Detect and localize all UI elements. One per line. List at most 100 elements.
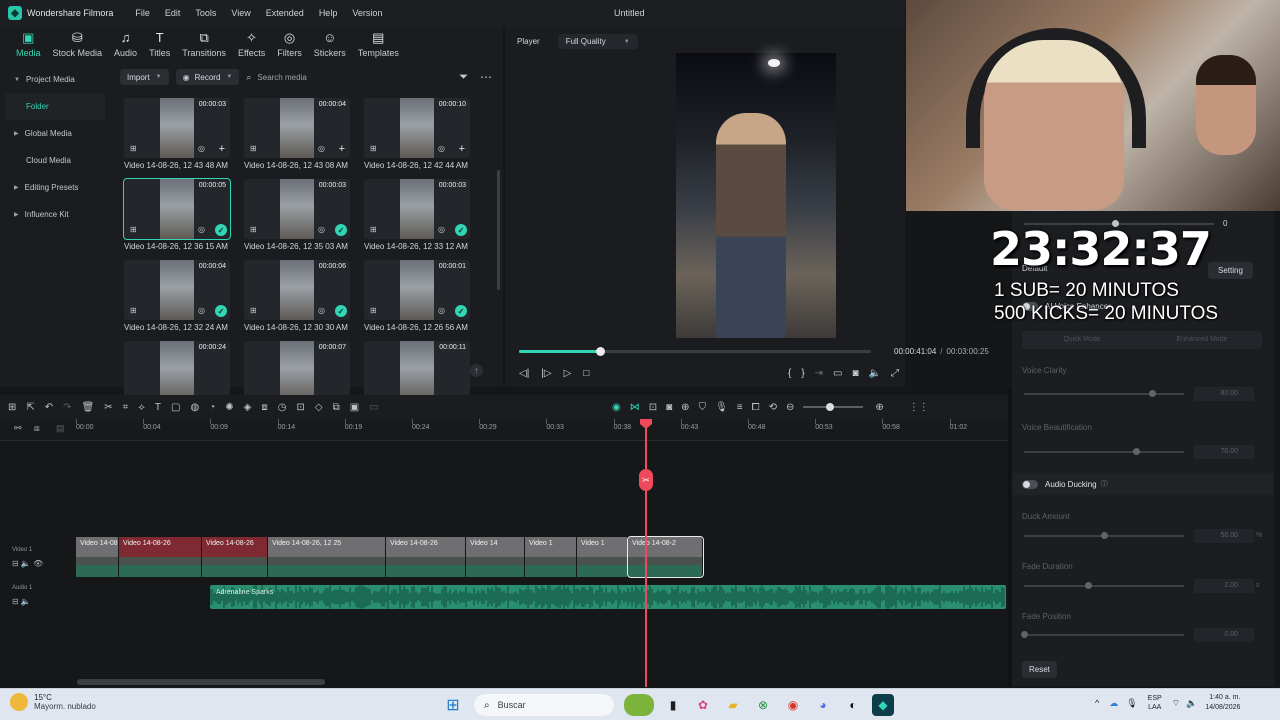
- slider-knob[interactable]: [1149, 390, 1156, 397]
- more-options-icon[interactable]: ⋯: [480, 70, 492, 84]
- video-clip[interactable]: Video 14-08-26: [119, 537, 202, 577]
- audio-ducking-toggle[interactable]: [1022, 479, 1038, 489]
- track-add-icon[interactable]: ▤: [56, 423, 65, 434]
- effects-icon[interactable]: ✺: [225, 402, 233, 413]
- quick-mode-option[interactable]: Quick Mode: [1022, 331, 1142, 349]
- fade-position-value[interactable]: 0.00: [1194, 628, 1254, 642]
- media-thumbnail[interactable]: 00:00:03 ⊞ ◎ ✓: [364, 179, 470, 239]
- pip-icon[interactable]: ⧠: [752, 402, 760, 413]
- select-icon[interactable]: ⇱: [26, 402, 34, 413]
- weather-widget[interactable]: 15°C Mayorm. nublado: [10, 693, 96, 711]
- timeline-ruler[interactable]: ⚯ ⧈ ▤ 00:00 00:04 00:09 00:14 00:19 00:24 00:2…: [0, 419, 1008, 441]
- tray-chevron-icon[interactable]: ^: [1095, 698, 1099, 708]
- xbox-icon[interactable]: ⊗: [752, 694, 774, 716]
- add-to-timeline-icon[interactable]: +: [459, 143, 465, 155]
- scroll-top-icon[interactable]: ↑: [470, 364, 483, 377]
- play-icon[interactable]: ▷: [564, 368, 572, 379]
- media-card[interactable]: 00:00:11: [364, 341, 470, 401]
- task-view-icon[interactable]: ▮: [662, 694, 684, 716]
- media-thumbnail[interactable]: 00:00:11: [364, 341, 470, 401]
- audio-clip[interactable]: Adrenaline Sparks: [210, 585, 1006, 609]
- add-to-timeline-icon[interactable]: +: [219, 143, 225, 155]
- cloud-icon[interactable]: ☁: [1109, 698, 1118, 709]
- timer-icon[interactable]: ◷: [278, 402, 287, 413]
- transform-icon[interactable]: ⊕: [681, 402, 689, 413]
- tab-transitions[interactable]: ⧉ Transitions: [176, 26, 232, 62]
- preview-icon[interactable]: ◎: [438, 144, 445, 153]
- sidebar-item-influence-kit[interactable]: ▶ Influence Kit: [6, 201, 105, 228]
- media-card[interactable]: 00:00:04 ⊞ ◎ + Video 14-08-26, 12 43 08 AM: [244, 98, 350, 170]
- display-icon[interactable]: ▭: [833, 368, 842, 379]
- sidebar-item-cloud-media[interactable]: Cloud Media: [6, 147, 105, 174]
- menu-file[interactable]: File: [135, 8, 150, 18]
- grid-view-icon[interactable]: ⋮⋮: [909, 402, 929, 413]
- frame-icon[interactable]: ▢: [171, 402, 180, 413]
- import-button[interactable]: Import ▼: [120, 69, 169, 85]
- tab-audio[interactable]: ♫ Audio: [108, 26, 143, 62]
- system-clock[interactable]: 1:40 a. m. 14/08/2026: [1205, 693, 1240, 713]
- next-frame-icon[interactable]: |▷: [541, 368, 551, 379]
- slider-knob[interactable]: [1021, 631, 1028, 638]
- video-clip[interactable]: Video 1: [525, 537, 577, 577]
- replace-icon[interactable]: ⟲: [769, 402, 777, 413]
- insert-icon[interactable]: ⇥: [815, 368, 823, 379]
- speed-icon[interactable]: ◔: [209, 402, 215, 413]
- zoom-slider[interactable]: [803, 403, 864, 411]
- text-icon[interactable]: T: [155, 402, 161, 413]
- audio-stretch-icon[interactable]: ⟡: [138, 402, 145, 413]
- media-thumbnail[interactable]: 00:00:07: [244, 341, 350, 401]
- duck-amount-value[interactable]: 50.00: [1194, 529, 1254, 543]
- file-explorer-icon[interactable]: ▰: [722, 694, 744, 716]
- mask-icon[interactable]: ◈: [244, 402, 252, 413]
- auto-ripple-icon[interactable]: ⋈: [630, 402, 640, 413]
- tab-effects[interactable]: ✧ Effects: [232, 26, 271, 62]
- audio-track-controls[interactable]: ⊟ 🔈: [12, 597, 31, 606]
- snapshot-icon[interactable]: ⊡: [649, 402, 657, 413]
- camera-icon[interactable]: ◙: [666, 402, 672, 413]
- media-card[interactable]: 00:00:24: [124, 341, 230, 401]
- preview-icon[interactable]: ◎: [318, 225, 325, 234]
- layout-icon[interactable]: ⊞: [8, 402, 16, 413]
- duck-amount-slider[interactable]: [1024, 532, 1184, 539]
- video-clip[interactable]: Video 14-08-26, 12 25: [268, 537, 386, 577]
- fullscreen-icon[interactable]: ⤢: [891, 368, 899, 379]
- tab-filters[interactable]: ◎ Filters: [271, 26, 308, 62]
- fade-duration-slider[interactable]: [1024, 582, 1184, 589]
- color-icon[interactable]: ◍: [190, 402, 199, 413]
- media-card[interactable]: 00:00:03 ⊞ ◎ ✓ Video 14-08-26, 12 35 03 AM: [244, 179, 350, 251]
- tab-templates[interactable]: ▤ Templates: [352, 26, 405, 62]
- taskbar-search[interactable]: ⌕ Buscar: [474, 694, 614, 716]
- speaker-icon[interactable]: 🔈: [1186, 698, 1197, 709]
- tab-stickers[interactable]: ☺ Stickers: [308, 26, 352, 62]
- audio-ducking-row[interactable]: Audio Ducking ⓘ: [1012, 473, 1274, 495]
- copilot-icon[interactable]: ✿: [692, 694, 714, 716]
- media-thumbnail[interactable]: 00:00:10 ⊞ ◎ +: [364, 98, 470, 158]
- media-card[interactable]: 00:00:01 ⊞ ◎ ✓ Video 14-08-26, 12 26 56 AM: [364, 260, 470, 332]
- delete-icon[interactable]: 🗑: [82, 402, 95, 413]
- media-card[interactable]: 00:00:04 ⊞ ◎ ✓ Video 14-08-26, 12 32 24 AM: [124, 260, 230, 332]
- media-card[interactable]: 00:00:03 ⊞ ◎ + Video 14-08-26, 12 43 48 AM: [124, 98, 230, 170]
- video-clip[interactable]: Video 14-08-26: [386, 537, 466, 577]
- sidebar-item-project-media[interactable]: ▼ Project Media: [6, 66, 105, 93]
- snapshot-icon[interactable]: ◙: [853, 368, 859, 379]
- language-indicator[interactable]: ESP LAA: [1148, 694, 1162, 712]
- playback-progress[interactable]: [519, 347, 871, 356]
- video-clip[interactable]: Video 1: [577, 537, 628, 577]
- windows-start-icon[interactable]: ⊞: [442, 694, 464, 716]
- prev-frame-icon[interactable]: ◁|: [519, 368, 529, 379]
- media-card[interactable]: 00:00:03 ⊞ ◎ ✓ Video 14-08-26, 12 33 12 AM: [364, 179, 470, 251]
- video-clip[interactable]: Video 14-08-2: [627, 536, 704, 578]
- reset-button[interactable]: Reset: [1022, 661, 1057, 678]
- voice-beautification-slider[interactable]: [1024, 448, 1184, 455]
- disabled-tool-icon[interactable]: ▭: [369, 402, 378, 413]
- stop-icon[interactable]: □: [583, 368, 589, 379]
- volume-icon[interactable]: 🔈: [869, 368, 881, 379]
- filmora-taskbar-icon[interactable]: ◆: [872, 694, 894, 716]
- media-thumbnail[interactable]: 00:00:06 ⊞ ◎ ✓: [244, 260, 350, 320]
- split-scissor-icon[interactable]: ✂: [639, 469, 653, 491]
- sidebar-item-editing-presets[interactable]: ▶ Editing Presets: [6, 174, 105, 201]
- media-thumbnail[interactable]: 00:00:04 ⊞ ◎ +: [244, 98, 350, 158]
- keyframe-icon[interactable]: ◇: [315, 402, 323, 413]
- voice-clarity-value[interactable]: 80.00: [1194, 387, 1254, 401]
- voice-beautification-value[interactable]: 70.00: [1194, 445, 1254, 459]
